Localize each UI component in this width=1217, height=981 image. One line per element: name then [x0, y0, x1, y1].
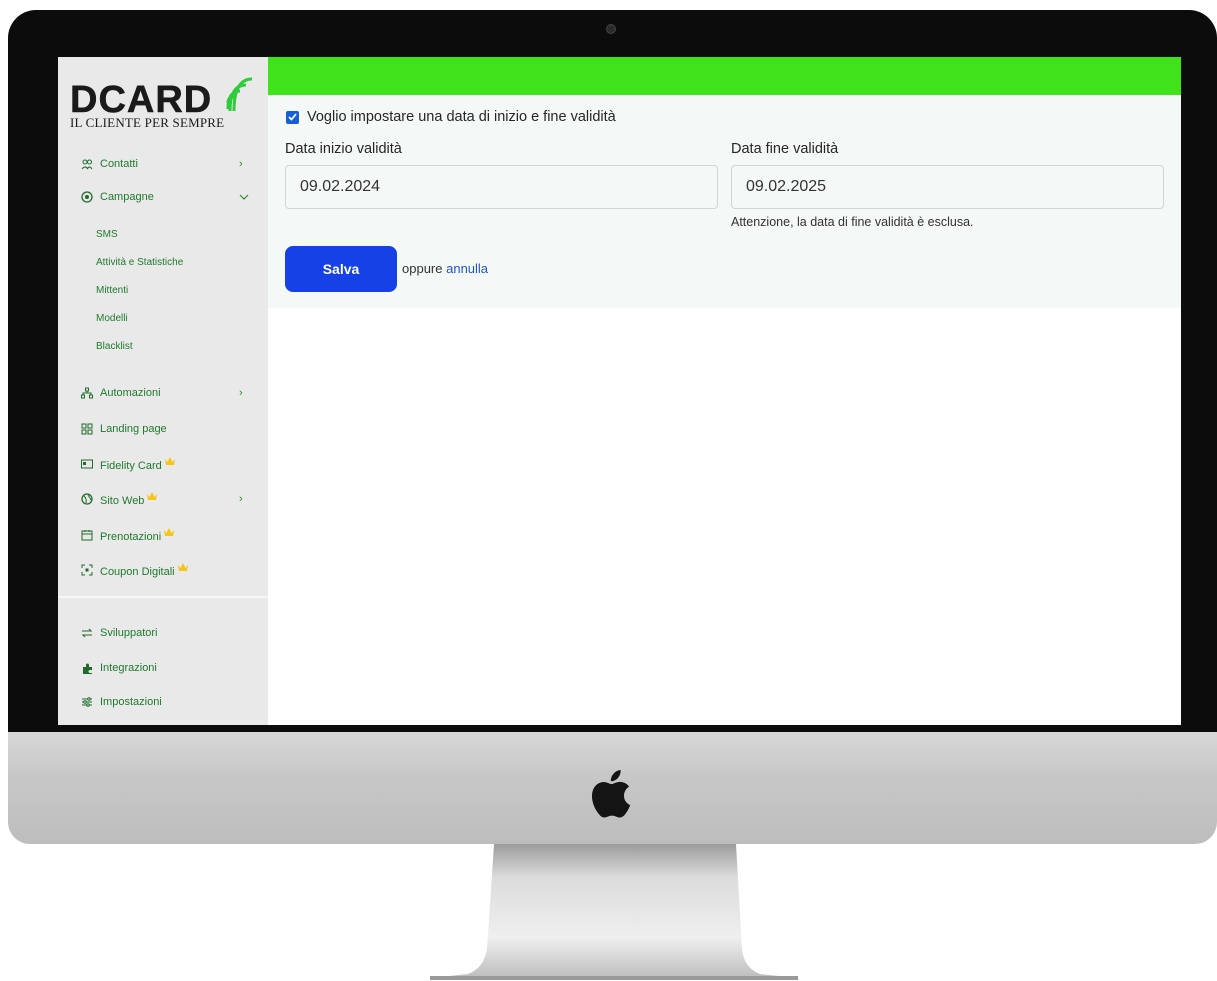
submenu-item-attivita-statistiche[interactable]: Attività e Statistiche	[96, 253, 183, 271]
sidebar-item-impostazioni[interactable]: Impostazioni	[58, 691, 268, 713]
chevron-right-icon: ›	[239, 158, 243, 170]
sidebar-item-label: Prenotazioni	[100, 527, 175, 543]
sidebar-item-label: Sito Web	[100, 491, 158, 507]
sidebar-item-fidelity-card[interactable]: Fidelity Card	[58, 453, 268, 475]
sidebar-item-label: Integrazioni	[100, 662, 157, 674]
puzzle-icon	[80, 661, 94, 675]
coupon-icon	[80, 563, 94, 577]
crown-icon	[164, 456, 175, 465]
sidebar-item-sito-web[interactable]: Sito Web ›	[58, 488, 268, 510]
arrows-icon	[80, 626, 94, 640]
sidebar-item-integrazioni[interactable]: Integrazioni	[58, 657, 268, 679]
submenu-item-blacklist[interactable]: Blacklist	[96, 337, 133, 355]
webcam	[606, 24, 616, 34]
card-icon	[80, 457, 94, 471]
sidebar-item-label: Sviluppatori	[100, 627, 158, 639]
sidebar-item-automazioni[interactable]: Automazioni ›	[58, 382, 268, 404]
calendar-icon	[80, 528, 94, 542]
dcard-logo[interactable]: DCARD IL CLIENTE PER SEMPRE	[70, 77, 260, 151]
signal-icon	[226, 77, 253, 111]
submenu-item-mittenti[interactable]: Mittenti	[96, 281, 128, 299]
sidebar: DCARD IL CLIENTE PER SEMPRE Contatti › C…	[58, 57, 268, 725]
cancel-link[interactable]: annulla	[446, 261, 488, 276]
sidebar-item-label: Campagne	[100, 191, 154, 203]
save-button[interactable]: Salva	[285, 246, 397, 292]
sidebar-item-landing-page[interactable]: Landing page	[58, 418, 268, 440]
sidebar-item-coupon-digitali[interactable]: Coupon Digitali	[58, 559, 268, 581]
sidebar-item-label: Impostazioni	[100, 696, 162, 708]
crown-icon	[177, 562, 188, 571]
screen: DCARD IL CLIENTE PER SEMPRE Contatti › C…	[58, 57, 1181, 725]
or-cancel-text: oppure annulla	[402, 261, 488, 276]
end-date-input[interactable]	[731, 165, 1164, 209]
sidebar-item-campagne[interactable]: Campagne	[58, 186, 268, 208]
checkbox-label: Voglio impostare una data di inizio e fi…	[307, 109, 616, 125]
sidebar-divider	[58, 596, 268, 598]
megaphone-icon	[80, 190, 94, 204]
monitor-stand	[430, 844, 798, 980]
chevron-down-icon	[239, 191, 249, 203]
validity-checkbox[interactable]: Voglio impostare una data di inizio e fi…	[286, 109, 616, 125]
main-content: Voglio impostare una data di inizio e fi…	[268, 57, 1181, 725]
start-date-input[interactable]	[285, 165, 718, 209]
sidebar-item-sviluppatori[interactable]: Sviluppatori	[58, 622, 268, 644]
chevron-right-icon: ›	[239, 493, 243, 505]
sidebar-item-label: Contatti	[100, 158, 138, 170]
sidebar-item-label: Fidelity Card	[100, 456, 175, 472]
submenu-item-sms[interactable]: SMS	[96, 225, 118, 243]
checkbox-checked-icon[interactable]	[286, 110, 299, 124]
sidebar-item-label: Landing page	[100, 423, 167, 435]
crown-icon	[147, 491, 158, 500]
validity-form: Voglio impostare una data di inizio e fi…	[268, 95, 1181, 308]
start-date-label: Data inizio validità	[285, 141, 402, 157]
hierarchy-icon	[80, 386, 94, 400]
logo-tagline: IL CLIENTE PER SEMPRE	[70, 115, 225, 130]
crown-icon	[164, 527, 175, 536]
sidebar-item-contatti[interactable]: Contatti ›	[58, 153, 268, 175]
sliders-icon	[80, 695, 94, 709]
sidebar-item-prenotazioni[interactable]: Prenotazioni	[58, 524, 268, 546]
globe-icon	[80, 492, 94, 506]
submenu-item-modelli[interactable]: Modelli	[96, 309, 128, 327]
end-date-note: Attenzione, la data di fine validità è e…	[731, 215, 974, 229]
or-label: oppure	[402, 261, 443, 276]
top-bar	[268, 57, 1181, 95]
chevron-right-icon: ›	[239, 387, 243, 399]
grid-icon	[80, 422, 94, 436]
users-icon	[80, 157, 94, 171]
end-date-label: Data fine validità	[731, 141, 839, 157]
sidebar-item-label: Automazioni	[100, 387, 161, 399]
apple-logo-icon	[591, 770, 631, 818]
sidebar-item-label: Coupon Digitali	[100, 562, 188, 578]
